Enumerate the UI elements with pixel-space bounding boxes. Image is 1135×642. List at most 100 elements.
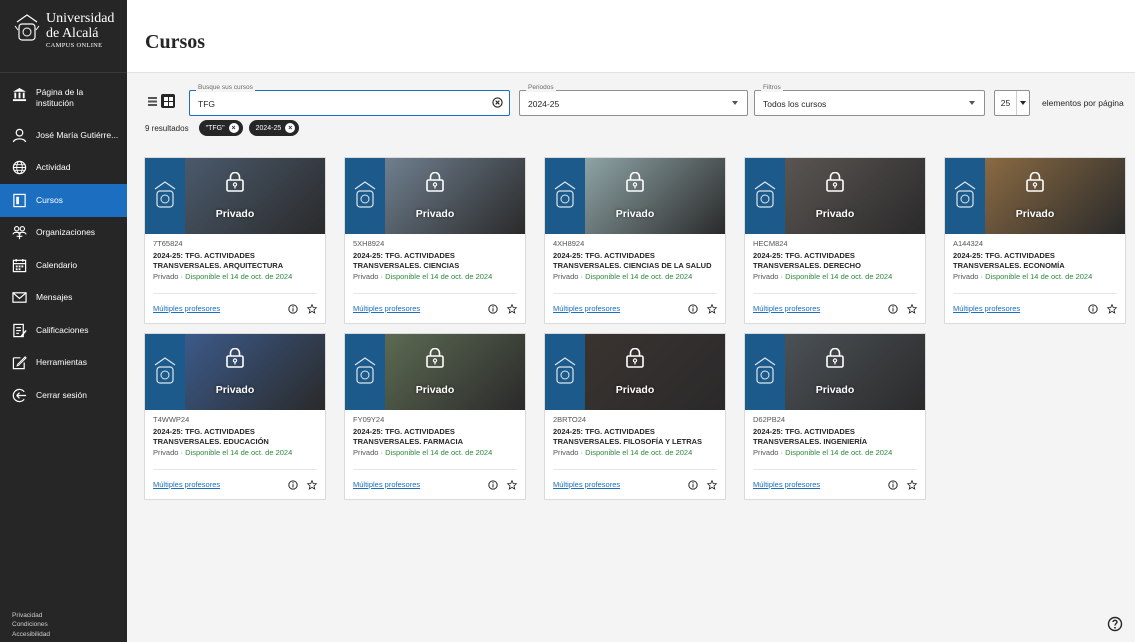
course-code: 4XH8924 bbox=[553, 239, 585, 248]
course-title[interactable]: 2024-25: TFG. ACTIVIDADES TRANSVERSALES.… bbox=[553, 251, 717, 271]
sidebar-item-label: Cerrar sesión bbox=[36, 389, 88, 400]
star-icon[interactable] bbox=[507, 303, 517, 314]
info-icon[interactable] bbox=[488, 303, 498, 314]
course-title[interactable]: 2024-25: TFG. ACTIVIDADES TRANSVERSALES.… bbox=[153, 251, 317, 271]
search-input[interactable]: Busque sus cursos TFG bbox=[189, 84, 510, 116]
per-page-select[interactable]: 25 bbox=[994, 90, 1030, 116]
course-card[interactable]: Privado FY09Y24 2024-25: TFG. ACTIVIDADE… bbox=[344, 333, 526, 500]
star-icon[interactable] bbox=[507, 479, 517, 490]
course-card[interactable]: Privado A144324 2024-25: TFG. ACTIVIDADE… bbox=[944, 157, 1126, 324]
course-title[interactable]: 2024-25: TFG. ACTIVIDADES TRANSVERSALES.… bbox=[153, 427, 317, 447]
clear-search-icon[interactable] bbox=[492, 97, 503, 108]
info-icon[interactable] bbox=[888, 303, 898, 314]
star-icon[interactable] bbox=[907, 479, 917, 490]
course-title[interactable]: 2024-25: TFG. ACTIVIDADES TRANSVERSALES.… bbox=[353, 427, 517, 447]
course-card[interactable]: Privado D62PB24 2024-25: TFG. ACTIVIDADE… bbox=[744, 333, 926, 500]
professors-link[interactable]: Múltiples profesores bbox=[553, 304, 688, 313]
professors-link[interactable]: Múltiples profesores bbox=[353, 480, 488, 489]
star-icon[interactable] bbox=[707, 479, 717, 490]
professors-link[interactable]: Múltiples profesores bbox=[153, 480, 288, 489]
lock-icon bbox=[426, 172, 444, 192]
lock-icon bbox=[826, 348, 844, 368]
professors-link[interactable]: Múltiples profesores bbox=[553, 480, 688, 489]
course-title[interactable]: 2024-25: TFG. ACTIVIDADES TRANSVERSALES.… bbox=[553, 427, 717, 447]
course-banner[interactable]: Privado bbox=[345, 158, 525, 234]
sidebar-item-grades[interactable]: Calificaciones bbox=[0, 314, 127, 347]
course-card[interactable]: Privado 5XH8924 2024-25: TFG. ACTIVIDADE… bbox=[344, 157, 526, 324]
course-banner[interactable]: Privado bbox=[745, 334, 925, 410]
university-logo[interactable]: Universidad de Alcalá CAMPUS ONLINE bbox=[0, 0, 127, 73]
course-banner[interactable]: Privado bbox=[145, 334, 325, 410]
results-count: 9 resultados bbox=[145, 123, 189, 133]
course-banner[interactable]: Privado bbox=[545, 158, 725, 234]
star-icon[interactable] bbox=[707, 303, 717, 314]
filter-select[interactable]: Filtros Todos los cursos bbox=[754, 84, 985, 116]
info-icon[interactable] bbox=[488, 479, 498, 490]
sidebar-item-activity[interactable]: Actividad bbox=[0, 152, 127, 185]
professors-link[interactable]: Múltiples profesores bbox=[753, 304, 888, 313]
info-icon[interactable] bbox=[688, 479, 698, 490]
logout-icon bbox=[12, 388, 27, 402]
sidebar-item-organizations[interactable]: Organizaciones bbox=[0, 217, 127, 250]
info-icon[interactable] bbox=[288, 479, 298, 490]
course-photo bbox=[785, 334, 925, 410]
terms-link[interactable]: Condiciones bbox=[12, 620, 50, 629]
sidebar-item-tools[interactable]: Herramientas bbox=[0, 347, 127, 380]
course-card[interactable]: Privado T4WWP24 2024-25: TFG. ACTIVIDADE… bbox=[144, 333, 326, 500]
course-title[interactable]: 2024-25: TFG. ACTIVIDADES TRANSVERSALES.… bbox=[953, 251, 1117, 271]
sidebar-item-label: Actividad bbox=[36, 162, 71, 173]
professors-link[interactable]: Múltiples profesores bbox=[153, 304, 288, 313]
course-photo bbox=[385, 158, 525, 234]
course-banner[interactable]: Privado bbox=[545, 334, 725, 410]
course-card[interactable]: Privado 7T65824 2024-25: TFG. ACTIVIDADE… bbox=[144, 157, 326, 324]
professors-link[interactable]: Múltiples profesores bbox=[353, 304, 488, 313]
help-icon[interactable] bbox=[1107, 616, 1123, 632]
sidebar-item-courses[interactable]: Cursos bbox=[0, 184, 127, 217]
filter-chip-period[interactable]: 2024-25 × bbox=[248, 120, 300, 136]
tools-icon bbox=[12, 356, 27, 370]
star-icon[interactable] bbox=[307, 303, 317, 314]
info-icon[interactable] bbox=[888, 479, 898, 490]
course-visibility: Privado bbox=[753, 448, 779, 458]
course-title[interactable]: 2024-25: TFG. ACTIVIDADES TRANSVERSALES.… bbox=[753, 427, 917, 447]
professors-link[interactable]: Múltiples profesores bbox=[953, 304, 1088, 313]
course-card[interactable]: Privado 2BRTO24 2024-25: TFG. ACTIVIDADE… bbox=[544, 333, 726, 500]
star-icon[interactable] bbox=[307, 479, 317, 490]
course-banner[interactable]: Privado bbox=[345, 334, 525, 410]
info-icon[interactable] bbox=[288, 303, 298, 314]
course-title[interactable]: 2024-25: TFG. ACTIVIDADES TRANSVERSALES.… bbox=[353, 251, 517, 271]
course-banner[interactable]: Privado bbox=[945, 158, 1125, 234]
private-overlay-label: Privado bbox=[1015, 208, 1055, 220]
per-page-value: 25 bbox=[995, 91, 1017, 115]
course-banner[interactable]: Privado bbox=[745, 158, 925, 234]
list-view-button[interactable] bbox=[145, 94, 159, 108]
star-icon[interactable] bbox=[907, 303, 917, 314]
sidebar-item-institution[interactable]: Página de la institución bbox=[0, 78, 127, 119]
sidebar-item-profile[interactable]: José María Gutiérre... bbox=[0, 119, 127, 152]
accessibility-link[interactable]: Accesibilidad bbox=[12, 630, 50, 639]
remove-chip-icon[interactable]: × bbox=[228, 123, 239, 133]
course-photo bbox=[785, 158, 925, 234]
professors-link[interactable]: Múltiples profesores bbox=[753, 480, 888, 489]
course-title[interactable]: 2024-25: TFG. ACTIVIDADES TRANSVERSALES.… bbox=[753, 251, 917, 271]
filter-chip-search[interactable]: "TFG" × bbox=[198, 120, 243, 136]
course-status: Privado · Disponible el 14 de oct. de 20… bbox=[553, 448, 717, 457]
star-icon[interactable] bbox=[1107, 303, 1117, 314]
period-select[interactable]: Periodos 2024-25 bbox=[519, 84, 748, 116]
info-icon[interactable] bbox=[1088, 303, 1098, 314]
course-banner[interactable]: Privado bbox=[145, 158, 325, 234]
course-card[interactable]: Privado HECM824 2024-25: TFG. ACTIVIDADE… bbox=[744, 157, 926, 324]
course-card[interactable]: Privado 4XH8924 2024-25: TFG. ACTIVIDADE… bbox=[544, 157, 726, 324]
course-code: 2BRTO24 bbox=[553, 415, 587, 424]
course-availability: · Disponible el 14 de oct. de 2024 bbox=[980, 272, 1093, 282]
remove-chip-icon[interactable]: × bbox=[285, 123, 296, 133]
sidebar-item-label: Organizaciones bbox=[36, 227, 96, 238]
per-page-label: elementos por página bbox=[1042, 98, 1124, 108]
privacy-link[interactable]: Privacidad bbox=[12, 611, 50, 620]
sidebar-item-calendar[interactable]: Calendario bbox=[0, 249, 127, 282]
sidebar: Universidad de Alcalá CAMPUS ONLINE Pági… bbox=[0, 0, 127, 642]
grid-view-button[interactable] bbox=[161, 94, 175, 108]
sidebar-item-messages[interactable]: Mensajes bbox=[0, 282, 127, 315]
sidebar-item-logout[interactable]: Cerrar sesión bbox=[0, 379, 127, 412]
info-icon[interactable] bbox=[688, 303, 698, 314]
